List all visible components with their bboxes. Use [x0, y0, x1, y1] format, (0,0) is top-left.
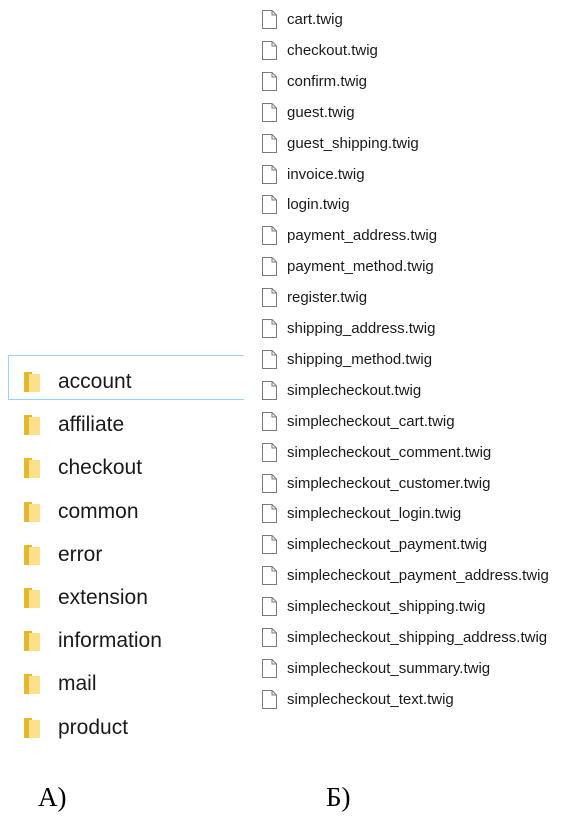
file-icon [262, 381, 277, 400]
folder-icon [24, 458, 40, 478]
file-label: simplecheckout_shipping_address.twig [287, 629, 548, 646]
file-item[interactable]: shipping_method.twig [258, 348, 584, 372]
file-item[interactable]: simplecheckout_payment.twig [258, 533, 584, 557]
folder-icon [24, 588, 40, 608]
folder-icon [24, 631, 40, 651]
file-icon [262, 566, 277, 585]
file-label: simplecheckout_payment.twig [287, 536, 488, 553]
file-icon [262, 535, 277, 554]
file-item[interactable]: simplecheckout_login.twig [258, 502, 584, 526]
folder-icon [24, 718, 40, 738]
folder-item-common[interactable]: common [0, 495, 242, 529]
folder-label: account [58, 370, 132, 393]
file-item[interactable]: simplecheckout_text.twig [258, 688, 584, 712]
file-label: shipping_address.twig [287, 320, 436, 337]
file-label: simplecheckout_text.twig [287, 691, 454, 708]
file-icon [262, 690, 277, 709]
caption-b: Б) [326, 782, 351, 812]
folder-item-affiliate[interactable]: affiliate [0, 408, 242, 442]
file-item[interactable]: cart.twig [258, 8, 584, 32]
file-item[interactable]: simplecheckout_shipping.twig [258, 595, 584, 619]
file-label: shipping_method.twig [287, 351, 433, 368]
folder-item-checkout[interactable]: checkout [0, 451, 242, 485]
folder-label: affiliate [58, 413, 125, 436]
file-item[interactable]: simplecheckout_comment.twig [258, 441, 584, 465]
file-label: simplecheckout_shipping.twig [287, 598, 486, 615]
folder-label: checkout [58, 456, 143, 479]
file-label: payment_address.twig [287, 227, 438, 244]
file-icon [262, 319, 277, 338]
file-item[interactable]: simplecheckout_payment_address.twig [258, 564, 584, 588]
file-icon [262, 195, 277, 214]
file-label: payment_method.twig [287, 258, 434, 275]
folder-item-account[interactable]: account [0, 365, 242, 399]
file-item[interactable]: confirm.twig [258, 70, 584, 94]
file-item[interactable]: payment_method.twig [258, 255, 584, 279]
file-item[interactable]: login.twig [258, 193, 584, 217]
folder-label: extension [58, 586, 148, 609]
file-icon [262, 134, 277, 153]
folder-item-mail[interactable]: mail [0, 667, 242, 701]
file-icon [262, 597, 277, 616]
file-item[interactable]: simplecheckout_cart.twig [258, 410, 584, 434]
file-label: guest.twig [287, 104, 355, 121]
file-icon [262, 165, 277, 184]
file-label: simplecheckout_cart.twig [287, 413, 455, 430]
file-icon [262, 474, 277, 493]
file-item[interactable]: simplecheckout_customer.twig [258, 472, 584, 496]
file-item[interactable]: simplecheckout_shipping_address.twig [258, 626, 584, 650]
file-icon [262, 350, 277, 369]
file-label: login.twig [287, 196, 350, 213]
folder-label: mail [58, 672, 97, 695]
file-label: register.twig [287, 289, 368, 306]
folder-icon [24, 674, 40, 694]
file-item[interactable]: shipping_address.twig [258, 317, 584, 341]
file-icon [262, 412, 277, 431]
file-label: simplecheckout_payment_address.twig [287, 567, 549, 584]
folder-item-error[interactable]: error [0, 538, 242, 572]
file-item[interactable]: invoice.twig [258, 163, 584, 187]
file-label: simplecheckout_comment.twig [287, 444, 492, 461]
folder-icon [24, 372, 40, 392]
file-item[interactable]: guest_shipping.twig [258, 132, 584, 156]
folder-icon [24, 545, 40, 565]
file-label: invoice.twig [287, 166, 365, 183]
file-item[interactable]: checkout.twig [258, 39, 584, 63]
file-label: checkout.twig [287, 42, 378, 59]
file-item[interactable]: guest.twig [258, 101, 584, 125]
file-label: simplecheckout.twig [287, 382, 422, 399]
file-label: simplecheckout_summary.twig [287, 660, 491, 677]
file-icon [262, 72, 277, 91]
file-icon [262, 10, 277, 29]
file-icon [262, 226, 277, 245]
file-label: cart.twig [287, 11, 343, 28]
file-icon [262, 257, 277, 276]
file-icon [262, 659, 277, 678]
file-icon [262, 103, 277, 122]
file-icon [262, 504, 277, 523]
file-label: guest_shipping.twig [287, 135, 419, 152]
folder-item-information[interactable]: information [0, 624, 242, 658]
folder-label: error [58, 543, 103, 566]
file-item[interactable]: simplecheckout_summary.twig [258, 657, 584, 681]
folder-icon [24, 502, 40, 522]
file-label: simplecheckout_login.twig [287, 505, 462, 522]
folder-label: information [58, 629, 162, 652]
file-item[interactable]: simplecheckout.twig [258, 379, 584, 403]
file-icon [262, 288, 277, 307]
folder-label: common [58, 500, 139, 523]
file-icon [262, 41, 277, 60]
file-item[interactable]: register.twig [258, 286, 584, 310]
caption-a: A) [38, 782, 67, 812]
file-icon [262, 443, 277, 462]
file-item[interactable]: payment_address.twig [258, 224, 584, 248]
folder-item-product[interactable]: product [0, 711, 242, 745]
file-label: confirm.twig [287, 73, 368, 90]
folder-icon [24, 415, 40, 435]
folder-label: product [58, 716, 129, 739]
file-icon [262, 628, 277, 647]
file-label: simplecheckout_customer.twig [287, 475, 491, 492]
folder-item-extension[interactable]: extension [0, 581, 242, 615]
